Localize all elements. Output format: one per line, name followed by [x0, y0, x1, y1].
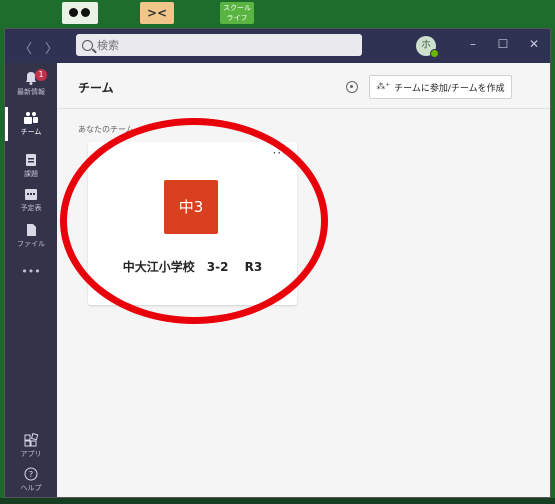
- presence-status-dot: [430, 49, 439, 58]
- more-dots-icon: •••: [21, 265, 41, 278]
- rail-item-activity[interactable]: 1 最新情報: [5, 69, 57, 97]
- minimize-button[interactable]: –: [463, 37, 483, 51]
- maximize-button[interactable]: ☐: [493, 37, 513, 51]
- search-input[interactable]: [97, 38, 337, 52]
- rail-item-calendar[interactable]: 予定表: [5, 187, 57, 213]
- back-arrow-icon[interactable]: 〈: [19, 38, 32, 57]
- left-app-rail: 1 最新情報 チーム 課題 予定表 ファイル ••• アプリ ? ヘルプ: [5, 63, 57, 497]
- panda-eye-left: [69, 8, 78, 17]
- rail-item-assignments[interactable]: 課題: [5, 153, 57, 179]
- file-icon: [27, 224, 36, 236]
- title-bar: 〈 〉 ホ – ☐ ✕: [5, 29, 550, 63]
- notification-badge: 1: [35, 69, 47, 81]
- calendar-icon: [25, 189, 37, 200]
- rail-label: チーム: [20, 128, 42, 136]
- close-button[interactable]: ✕: [524, 37, 544, 51]
- people-add-icon: ⁂⁺: [376, 82, 391, 92]
- face-app-icon[interactable]: ><: [140, 2, 174, 24]
- annotation-circle: [60, 118, 328, 324]
- help-icon: ?: [24, 467, 38, 481]
- apps-icon: [24, 433, 39, 447]
- rail-item-teams[interactable]: チーム: [5, 107, 57, 141]
- gear-icon[interactable]: [346, 81, 358, 93]
- join-or-create-team-button[interactable]: ⁂⁺ チームに参加/チームを作成: [369, 75, 512, 99]
- rail-item-apps[interactable]: アプリ: [5, 433, 57, 459]
- search-box[interactable]: [76, 34, 362, 56]
- panda-eye-right: [81, 8, 90, 17]
- rail-more-button[interactable]: •••: [5, 263, 57, 278]
- rail-label: 予定表: [20, 204, 42, 212]
- rail-label: ファイル: [17, 240, 45, 248]
- rail-label: 最新情報: [17, 88, 45, 96]
- panda-app-icon[interactable]: [62, 2, 98, 24]
- teams-icon: [24, 112, 38, 124]
- join-button-label: チームに参加/チームを作成: [394, 83, 505, 94]
- rail-item-files[interactable]: ファイル: [5, 223, 57, 249]
- page-title: チーム: [78, 81, 114, 95]
- rail-label: 課題: [24, 170, 38, 178]
- desktop-taskbar-strip: >< スクール ライフ: [0, 0, 555, 28]
- svg-text:?: ?: [29, 470, 33, 479]
- rail-item-help[interactable]: ? ヘルプ: [5, 467, 57, 493]
- desktop-bottom-strip: [0, 498, 555, 504]
- forward-arrow-icon[interactable]: 〉: [45, 38, 58, 57]
- rail-label: アプリ: [20, 450, 42, 458]
- search-icon: [82, 39, 93, 51]
- page-header: チーム ⁂⁺ チームに参加/チームを作成: [57, 63, 550, 109]
- rail-label: ヘルプ: [20, 484, 42, 492]
- school-life-app-icon[interactable]: スクール ライフ: [220, 2, 254, 24]
- assignments-icon: [26, 154, 36, 166]
